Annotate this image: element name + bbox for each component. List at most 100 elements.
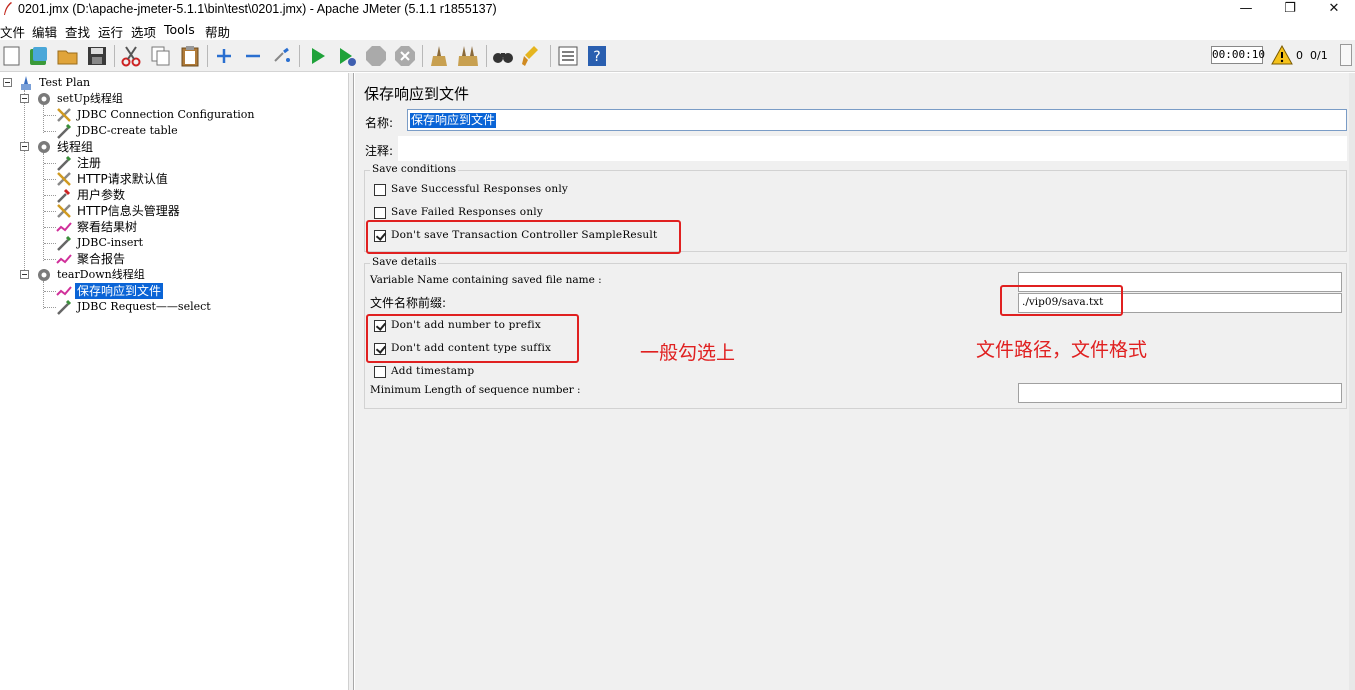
annotation-box-transaction [366,220,681,254]
close-button[interactable]: ✕ [1311,0,1355,20]
preprocessor-icon [57,188,71,203]
toolbar-separator [114,45,115,67]
tree-line [44,115,56,116]
title-bar: 0201.jmx (D:\apache-jmeter-5.1.1\bin\tes… [0,0,1355,20]
menu-help[interactable]: 帮助 [205,22,230,41]
min-length-field[interactable] [1018,383,1342,403]
test-plan-tree: Test Plan setUp线程组 JDBC Connection Confi… [0,73,348,690]
comment-field[interactable] [398,136,1347,161]
svg-text:?: ? [593,49,600,65]
maximize-button[interactable]: ❐ [1267,0,1313,20]
shutdown-icon[interactable] [393,44,417,68]
collapse-icon[interactable] [241,44,265,68]
panel-scrollbar[interactable] [1349,73,1355,690]
prefix-label: 文件名称前缀: [370,296,447,310]
menu-options[interactable]: 选项 [131,22,156,41]
start-no-pause-icon[interactable] [335,44,359,68]
collapse-toggle[interactable] [3,78,12,87]
menu-run[interactable]: 运行 [98,22,123,41]
test-plan-icon [21,76,31,90]
jmeter-feather-icon [4,2,12,15]
listener-graph-icon [56,222,72,232]
function-helper-icon[interactable] [556,44,580,68]
toolbar-separator [486,45,487,67]
save-failed-checkbox[interactable] [374,207,386,219]
element-editor-panel: 保存响应到文件 名称: 保存响应到文件 注释: Save conditions … [355,73,1355,690]
reset-search-icon[interactable] [520,44,544,68]
tree-line [44,291,56,292]
menu-edit[interactable]: 编辑 [32,22,57,41]
menu-file[interactable]: 文件 [0,22,25,41]
start-icon[interactable] [306,44,330,68]
toolbar-separator [422,45,423,67]
menu-tools[interactable]: Tools [164,22,195,37]
help-icon[interactable]: ? [585,44,609,68]
stop-icon[interactable] [364,44,388,68]
annotation-check-note: 一般勾选上 [640,342,736,364]
new-icon[interactable] [0,44,24,68]
collapse-toggle[interactable] [20,270,29,279]
tree-line [43,153,44,261]
name-label: 名称: [365,116,394,130]
tree-line [24,90,25,276]
annotation-box-path [1000,285,1123,316]
annotation-path-note: 文件路径，文件格式 [976,339,1148,361]
menu-search[interactable]: 查找 [65,22,90,41]
warning-icon[interactable] [1271,45,1293,65]
toolbar-separator [207,45,208,67]
tree-line [44,163,56,164]
sampler-pipette-icon [57,299,72,315]
tree-line [44,195,56,196]
menu-bar: 文件 编辑 查找 运行 选项 Tools 帮助 [0,20,1355,40]
window-title: 0201.jmx (D:\apache-jmeter-5.1.1\bin\tes… [18,2,497,16]
thread-count: 0/1 [1310,49,1328,62]
save-conditions-title: Save conditions [370,163,459,175]
tree-line [43,281,44,309]
templates-icon[interactable] [27,44,51,68]
clear-icon[interactable] [427,44,451,68]
save-details-title: Save details [370,256,439,268]
panel-title: 保存响应到文件 [364,85,470,103]
save-icon[interactable] [85,44,109,68]
tree-line [44,307,56,308]
clear-all-icon[interactable] [456,44,480,68]
tree-line [44,243,56,244]
toggle-icon[interactable] [270,44,294,68]
toolbar-separator [299,45,300,67]
config-tools-icon [57,108,71,122]
config-tools-icon [57,172,71,186]
min-length-label: Minimum Length of sequence number : [370,384,581,396]
collapse-toggle[interactable] [20,94,29,103]
warning-count: 0 [1296,49,1303,62]
collapse-toggle[interactable] [20,142,29,151]
tree-line [44,211,56,212]
gear-icon [38,269,50,281]
cut-icon[interactable] [119,44,143,68]
listener-graph-icon [56,254,72,264]
sampler-pipette-icon [57,123,72,139]
copy-icon[interactable] [149,44,173,68]
name-field-value: 保存响应到文件 [410,113,497,128]
tree-line [44,131,56,132]
comment-label: 注释: [365,144,394,158]
split-pane-divider[interactable] [348,73,354,690]
save-successful-checkbox[interactable] [374,184,386,196]
search-icon[interactable] [491,44,515,68]
timestamp-checkbox[interactable] [374,366,386,378]
minimize-button[interactable]: — [1223,0,1269,20]
tree-line [43,105,44,133]
config-tools-icon [57,204,71,218]
variable-name-label: Variable Name containing saved file name… [370,274,602,286]
toolbar-separator [550,45,551,67]
annotation-box-checkboxes [366,314,579,363]
name-field[interactable]: 保存响应到文件 [407,109,1347,131]
toolbar: ? [0,40,1355,72]
tree-line [44,227,56,228]
expand-icon[interactable] [212,44,236,68]
sampler-pipette-icon [57,235,72,251]
elapsed-timer: 00:00:10 [1211,46,1265,64]
tree-line [44,179,56,180]
sampler-pipette-icon [57,155,72,171]
paste-icon[interactable] [178,44,202,68]
open-icon[interactable] [56,44,80,68]
